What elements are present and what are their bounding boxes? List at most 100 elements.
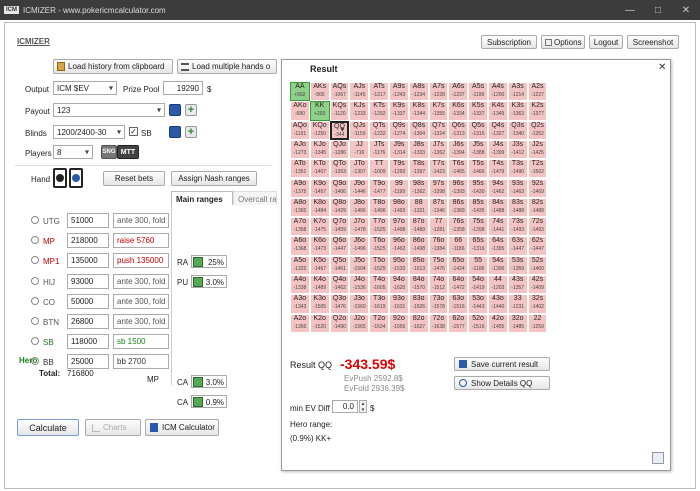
- player-stack-input[interactable]: 118000: [67, 334, 109, 349]
- hand-cell[interactable]: AKs -565: [309, 82, 330, 102]
- hand-cell[interactable]: 75s -1398: [468, 217, 488, 237]
- hand-cell[interactable]: QQ -344: [329, 120, 350, 140]
- min-ev-stepper-icon[interactable]: ▴ ▾: [359, 400, 367, 413]
- hand-cell[interactable]: T6s -1465: [448, 159, 469, 179]
- hand-cell[interactable]: 94o -1620: [389, 275, 409, 295]
- hand-cell[interactable]: J2s -1425: [527, 139, 548, 160]
- hand-cell[interactable]: 86s -1383: [448, 197, 469, 218]
- hand-cell[interactable]: 73s -1493: [507, 217, 528, 237]
- players-select[interactable]: 8: [53, 145, 93, 159]
- hand-cell[interactable]: Q6o -1447: [329, 236, 350, 256]
- hand-cell[interactable]: 95o -1520: [389, 255, 409, 275]
- player-radio[interactable]: [31, 297, 39, 305]
- hand-cell[interactable]: 77 -1281: [428, 217, 449, 237]
- hand-cell[interactable]: 82s -1488: [527, 197, 548, 218]
- add-icon[interactable]: +: [185, 104, 197, 116]
- icm-calculator-button[interactable]: ICM Calculator: [145, 419, 219, 436]
- hand-cell[interactable]: 62s -1447: [527, 236, 548, 256]
- hand-cell[interactable]: K3o -1505: [309, 294, 330, 314]
- hand-cell[interactable]: 88 -1321: [408, 197, 429, 218]
- hand-cell[interactable]: K7s -1355: [428, 101, 449, 121]
- hand-cell[interactable]: 53s -1359: [507, 255, 528, 275]
- hand-cell[interactable]: A3o -1343: [290, 294, 310, 314]
- hand-cell[interactable]: J3o -1560: [349, 294, 370, 314]
- hand-cell[interactable]: 43s -1357: [507, 275, 528, 295]
- hand-cell[interactable]: Q7s -1324: [428, 120, 449, 140]
- hand-cell[interactable]: K8o -1484: [309, 197, 330, 218]
- player-action-input[interactable]: raise 5760: [113, 233, 169, 248]
- hand-cell[interactable]: QJo -1286: [329, 139, 350, 160]
- hand-cell[interactable]: K2s -1377: [527, 101, 548, 121]
- hand-cell[interactable]: T4o -1605: [369, 275, 389, 295]
- hand-cell[interactable]: 93s -1463: [507, 178, 528, 198]
- hand-cell[interactable]: ATo -1351: [290, 159, 310, 179]
- hand-cell[interactable]: 74s -1441: [488, 217, 508, 237]
- hand-cell[interactable]: J6s -1394: [448, 139, 469, 160]
- range-slider-handle[interactable]: [193, 277, 203, 287]
- hand-cell[interactable]: AQo -1191: [290, 120, 310, 140]
- hand-cell[interactable]: A9s -1243: [389, 82, 409, 102]
- hand-cell[interactable]: AJs -1145: [349, 82, 370, 102]
- tab-main-ranges[interactable]: Main ranges: [171, 191, 233, 205]
- player-radio[interactable]: [31, 317, 39, 325]
- hand-cell[interactable]: J7s -1362: [428, 139, 449, 160]
- player-radio[interactable]: [31, 216, 39, 224]
- hand-cell[interactable]: A2o -1356: [290, 313, 310, 333]
- hand-cell[interactable]: 63o -1516: [448, 294, 469, 314]
- hand-cell[interactable]: 42s -1409: [527, 275, 548, 295]
- hand-cell[interactable]: 87o -1489: [408, 217, 429, 237]
- player-stack-input[interactable]: 93000: [67, 274, 109, 289]
- hand-cell[interactable]: 32o -1485: [507, 313, 528, 333]
- min-ev-input[interactable]: 0.0: [332, 400, 358, 413]
- hand-cell[interactable]: Q6s -1313: [448, 120, 469, 140]
- prize-pool-input[interactable]: 19290: [163, 81, 203, 95]
- hand-cell[interactable]: T2o -1634: [369, 313, 389, 333]
- hand-cell[interactable]: K5o -1467: [309, 255, 330, 275]
- hand-cell[interactable]: 76s -1358: [448, 217, 469, 237]
- hand-cell[interactable]: 94s -1462: [488, 178, 508, 198]
- hand-cell[interactable]: 42o -1455: [488, 313, 508, 333]
- save-icon[interactable]: [169, 104, 181, 116]
- load-history-button[interactable]: Load history from clipboard: [53, 59, 173, 74]
- hand-cell[interactable]: QJs -1159: [349, 120, 370, 140]
- hand-cell[interactable]: 95s -1430: [468, 178, 488, 198]
- hand-cell[interactable]: A5s -1199: [468, 82, 488, 102]
- player-action-input[interactable]: ante 300, fold: [113, 213, 169, 228]
- show-details-button[interactable]: Show Details QQ: [454, 376, 550, 390]
- hand-cell[interactable]: 83o -1626: [408, 294, 429, 314]
- hand-cell[interactable]: KQo -1250: [309, 120, 330, 140]
- load-multiple-button[interactable]: Load multiple hands o: [177, 59, 277, 74]
- subscription-button[interactable]: Subscription: [481, 35, 537, 49]
- hand-cell[interactable]: AKo -680: [290, 101, 310, 121]
- hand-cell[interactable]: T9s -1293: [389, 159, 409, 179]
- hand-cell[interactable]: A9o -1375: [290, 178, 310, 198]
- hand-card-2-icon[interactable]: [69, 168, 83, 188]
- player-action-input[interactable]: ante 300, fold: [113, 314, 169, 329]
- hand-cell[interactable]: Q2s -1352: [527, 120, 548, 140]
- player-stack-input[interactable]: 51000: [67, 213, 109, 228]
- player-stack-input[interactable]: 218000: [67, 233, 109, 248]
- hand-cell[interactable]: 96o -1492: [389, 236, 409, 256]
- player-stack-input[interactable]: 50000: [67, 294, 109, 309]
- hand-cell[interactable]: KQs -1120: [329, 101, 350, 121]
- hand-cell[interactable]: Q3s -1340: [507, 120, 528, 140]
- hand-cell[interactable]: J8s -1333: [408, 139, 429, 160]
- hand-cell[interactable]: KJo -1345: [309, 139, 330, 160]
- hand-cell[interactable]: A4s -1200: [488, 82, 508, 102]
- blinds-select[interactable]: 1200/2400-30: [53, 125, 125, 139]
- hand-cell[interactable]: AA +562: [290, 82, 310, 102]
- hand-cell[interactable]: 22 -1259: [527, 313, 548, 333]
- hand-cell[interactable]: A8o -1365: [290, 197, 310, 218]
- hand-cell[interactable]: 33 -1231: [507, 294, 528, 314]
- player-action-input[interactable]: sb 1500: [113, 334, 169, 349]
- hand-cell[interactable]: 97s -1398: [428, 178, 449, 198]
- hand-cell[interactable]: 85o -1513: [408, 255, 429, 275]
- copy-icon[interactable]: [652, 452, 664, 464]
- assign-nash-button[interactable]: Assign Nash ranges: [171, 171, 257, 186]
- hand-cell[interactable]: 92o -1656: [389, 313, 409, 333]
- sb-checkbox[interactable]: ✓: [129, 127, 138, 136]
- hand-cell[interactable]: 64o -1472: [448, 275, 469, 295]
- hand-cell[interactable]: T8o -1496: [369, 197, 389, 218]
- reset-bets-button[interactable]: Reset bets: [103, 171, 165, 186]
- options-button[interactable]: Options: [541, 35, 585, 49]
